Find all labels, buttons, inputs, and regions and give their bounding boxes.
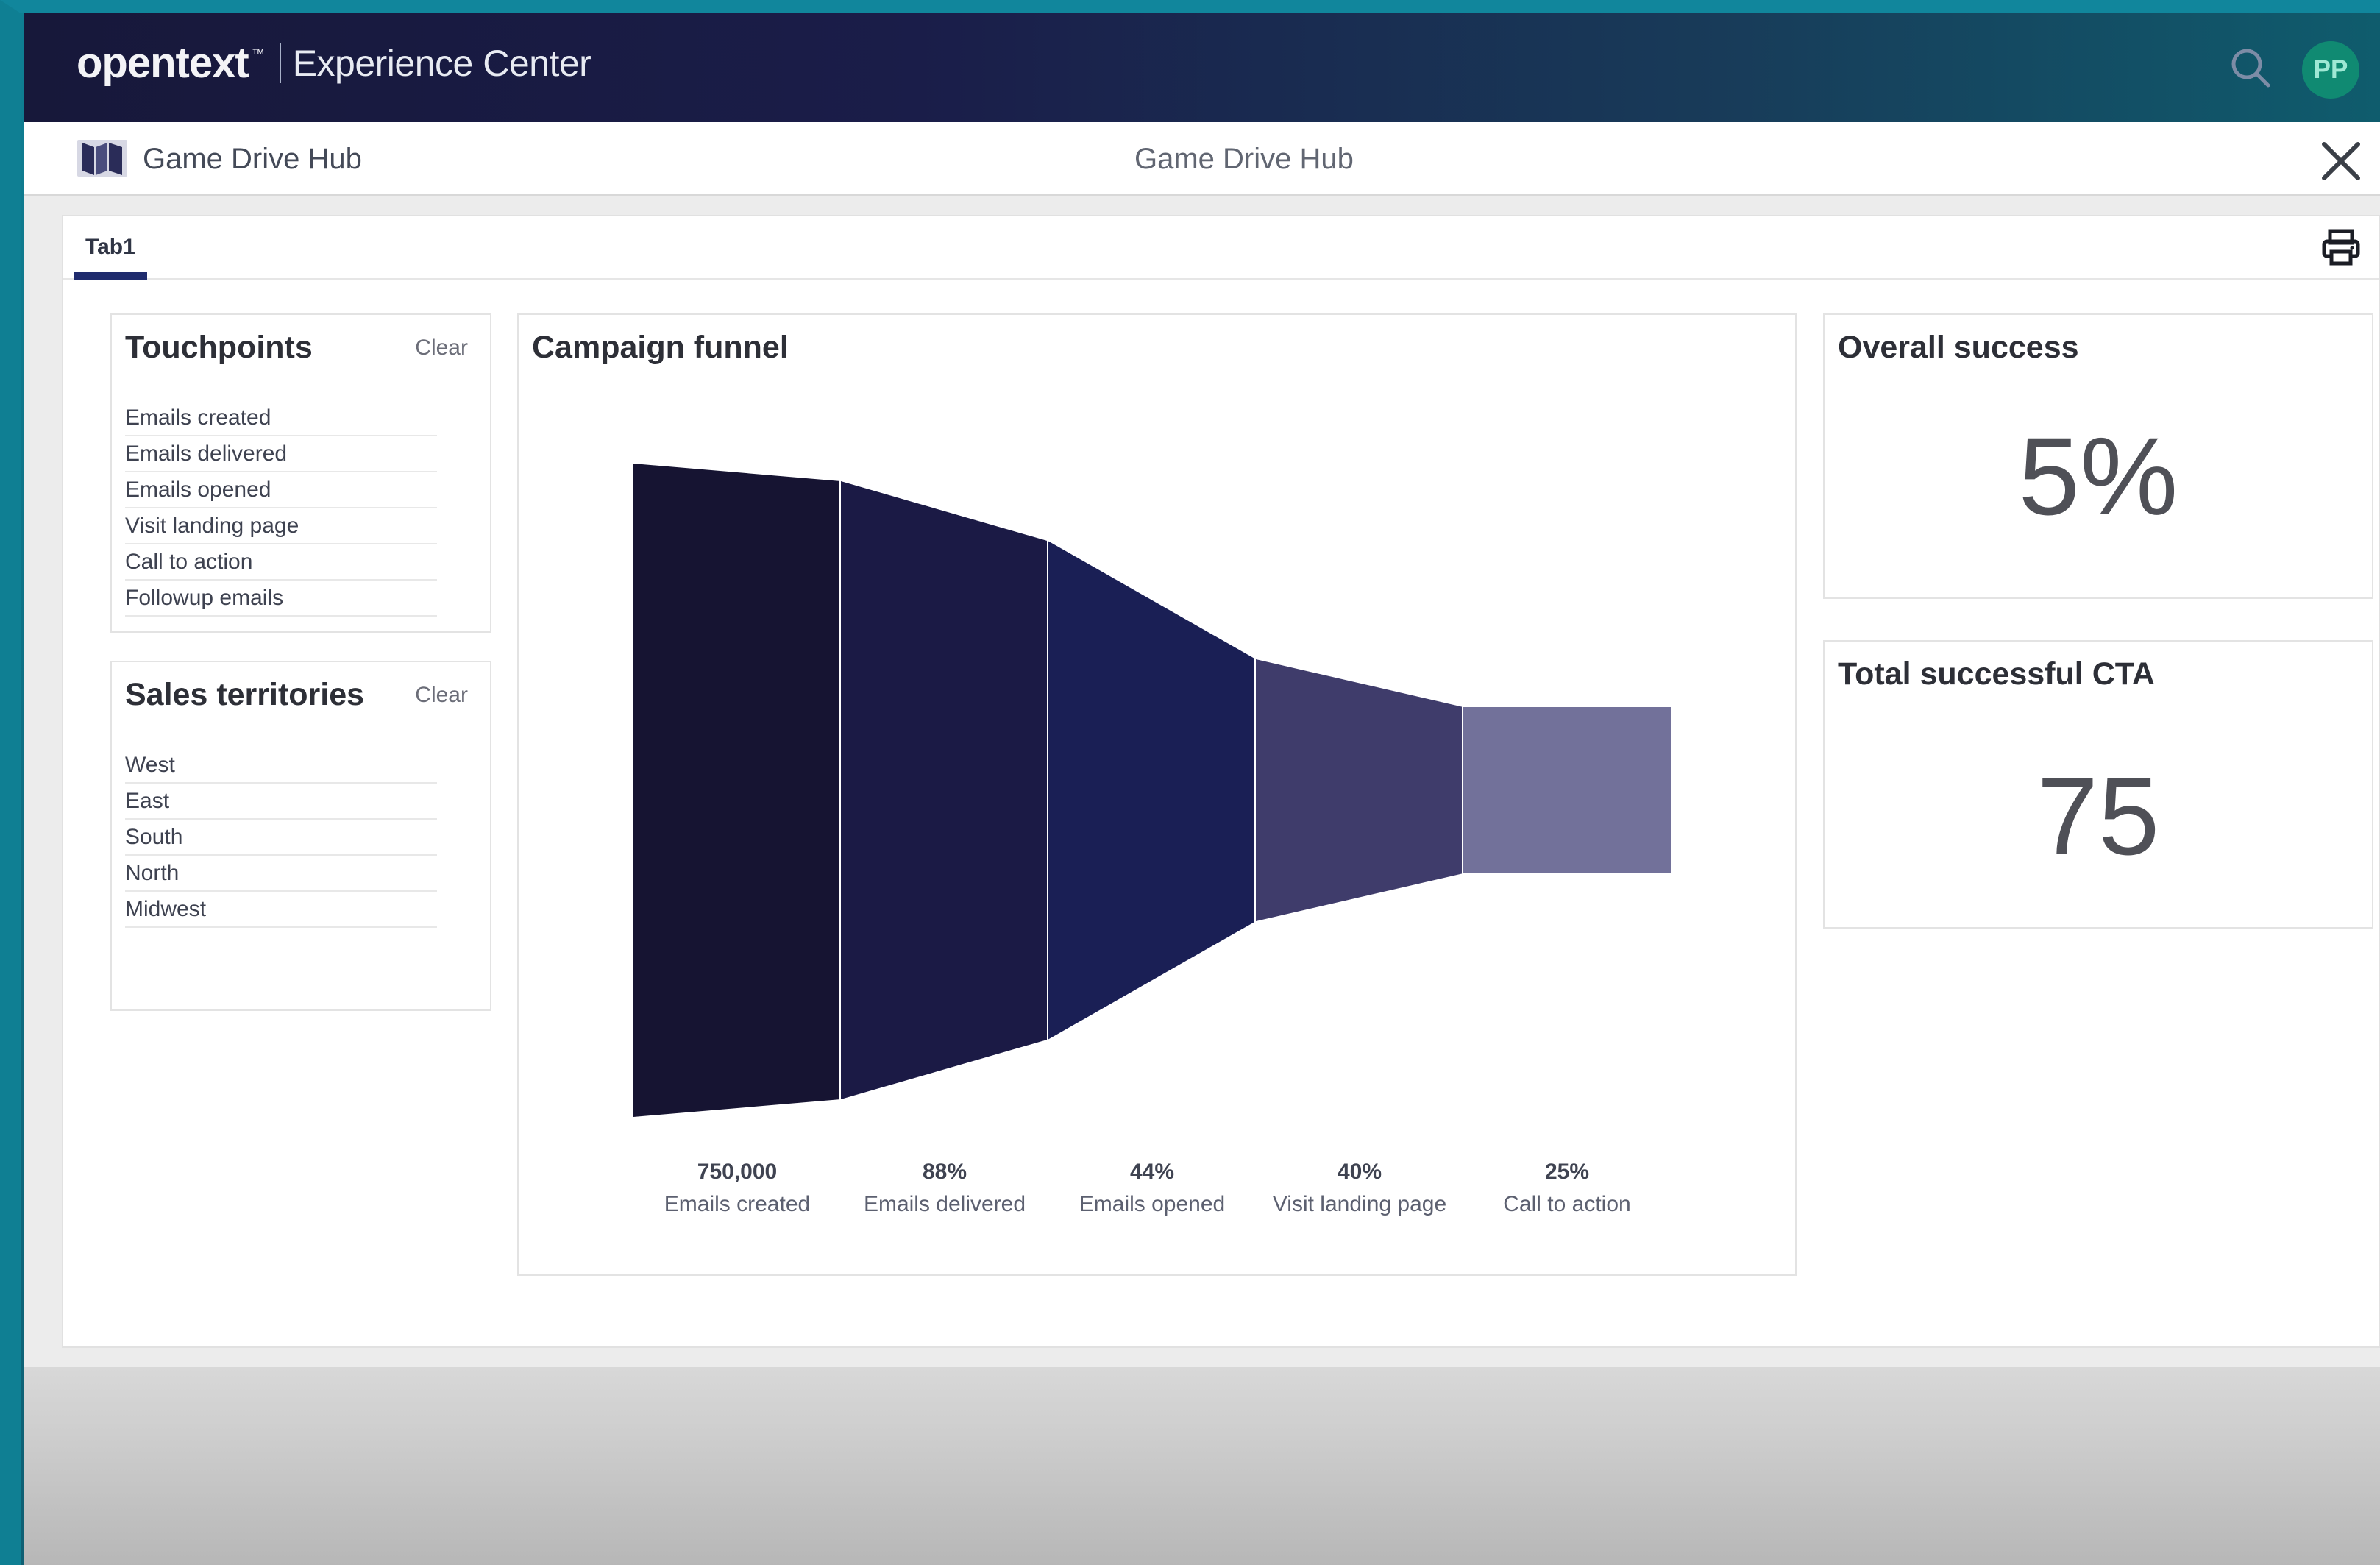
touchpoints-list: Emails created Emails delivered Emails o… bbox=[125, 400, 437, 617]
sales-territories-title: Sales territories bbox=[125, 677, 365, 712]
funnel-segment-2[interactable] bbox=[841, 481, 1048, 1099]
total-successful-cta-card: Total successful CTA 75 bbox=[1823, 640, 2373, 929]
search-icon bbox=[2231, 49, 2270, 88]
campaign-funnel-chart: 750,000 Emails created 88% Emails delivered… bbox=[633, 464, 1671, 1216]
top-header: opentext ™ Experience Center PP bbox=[24, 13, 2380, 122]
touchpoint-item-visit-landing-page[interactable]: Visit landing page bbox=[125, 508, 437, 544]
brand-lockup: opentext ™ Experience Center bbox=[77, 38, 592, 88]
touchpoints-card: Touchpoints Clear Emails created Emails … bbox=[110, 313, 491, 633]
territory-item-midwest[interactable]: Midwest bbox=[125, 892, 437, 928]
experience-center-window: opentext ™ Experience Center PP Game Dri… bbox=[24, 13, 2380, 1565]
close-button[interactable] bbox=[2315, 135, 2367, 187]
dashboard-workspace: Tab1 Touchpoints Clear Emails created Em… bbox=[62, 215, 2380, 1348]
funnel-stage-value-3: 44% bbox=[1130, 1160, 1174, 1184]
sales-territories-list: West East South North Midwest bbox=[125, 748, 437, 928]
funnel-stage-value-1: 750,000 bbox=[697, 1160, 777, 1184]
tab-label: Tab1 bbox=[85, 235, 135, 259]
touchpoint-item-emails-created[interactable]: Emails created bbox=[125, 400, 437, 436]
search-button[interactable] bbox=[2226, 43, 2277, 94]
funnel-stage-value-4: 40% bbox=[1338, 1160, 1382, 1184]
overall-success-value: 5% bbox=[2018, 414, 2178, 538]
funnel-stage-label-2: Emails delivered bbox=[864, 1192, 1026, 1216]
funnel-stage-label-5: Call to action bbox=[1503, 1192, 1630, 1216]
funnel-stage-label-3: Emails opened bbox=[1079, 1192, 1225, 1216]
trademark: ™ bbox=[251, 46, 265, 61]
funnel-segment-1[interactable] bbox=[633, 464, 841, 1117]
user-avatar[interactable]: PP bbox=[2302, 41, 2359, 99]
territory-item-south[interactable]: South bbox=[125, 820, 437, 856]
print-icon bbox=[2322, 229, 2360, 266]
brand-divider bbox=[279, 43, 281, 83]
hub-title-left: Game Drive Hub bbox=[143, 143, 362, 175]
touchpoint-item-followup-emails[interactable]: Followup emails bbox=[125, 581, 437, 617]
hub-title-center: Game Drive Hub bbox=[1134, 143, 1354, 175]
close-icon bbox=[2322, 142, 2360, 180]
territory-item-east[interactable]: East bbox=[125, 784, 437, 820]
product-name: Experience Center bbox=[292, 42, 592, 84]
touchpoint-item-emails-delivered[interactable]: Emails delivered bbox=[125, 436, 437, 472]
territory-item-north[interactable]: North bbox=[125, 856, 437, 892]
overall-success-card: Overall success 5% bbox=[1823, 313, 2373, 599]
touchpoint-item-call-to-action[interactable]: Call to action bbox=[125, 544, 437, 581]
campaign-funnel-card: Campaign funnel 750,000 Emails created 88%… bbox=[517, 313, 1797, 1276]
overall-success-title: Overall success bbox=[1838, 330, 2079, 365]
tab-strip: Tab1 bbox=[63, 216, 2379, 280]
funnel-segment-3[interactable] bbox=[1048, 541, 1256, 1040]
total-successful-cta-title: Total successful CTA bbox=[1838, 656, 2155, 692]
window-bottom-fade bbox=[24, 1367, 2380, 1565]
funnel-segment-4[interactable] bbox=[1256, 659, 1463, 921]
touchpoint-item-emails-opened[interactable]: Emails opened bbox=[125, 472, 437, 508]
brand-logo: opentext bbox=[77, 39, 249, 87]
touchpoints-title: Touchpoints bbox=[125, 330, 313, 365]
funnel-stage-value-5: 25% bbox=[1545, 1160, 1589, 1184]
print-button[interactable] bbox=[2320, 227, 2362, 269]
funnel-segment-5[interactable] bbox=[1463, 707, 1671, 873]
sales-territories-clear-button[interactable]: Clear bbox=[415, 683, 468, 708]
touchpoints-clear-button[interactable]: Clear bbox=[415, 336, 468, 361]
hub-header: Game Drive Hub Game Drive Hub bbox=[24, 122, 2380, 196]
funnel-stage-label-1: Emails created bbox=[664, 1192, 810, 1216]
total-successful-cta-value: 75 bbox=[2036, 754, 2160, 878]
funnel-stage-label-4: Visit landing page bbox=[1273, 1192, 1446, 1216]
sales-territories-card: Sales territories Clear West East South … bbox=[110, 661, 491, 1011]
funnel-stage-value-2: 88% bbox=[923, 1160, 967, 1184]
tab-tab1[interactable]: Tab1 bbox=[74, 216, 147, 280]
book-map-icon bbox=[77, 135, 128, 181]
territory-item-west[interactable]: West bbox=[125, 748, 437, 784]
